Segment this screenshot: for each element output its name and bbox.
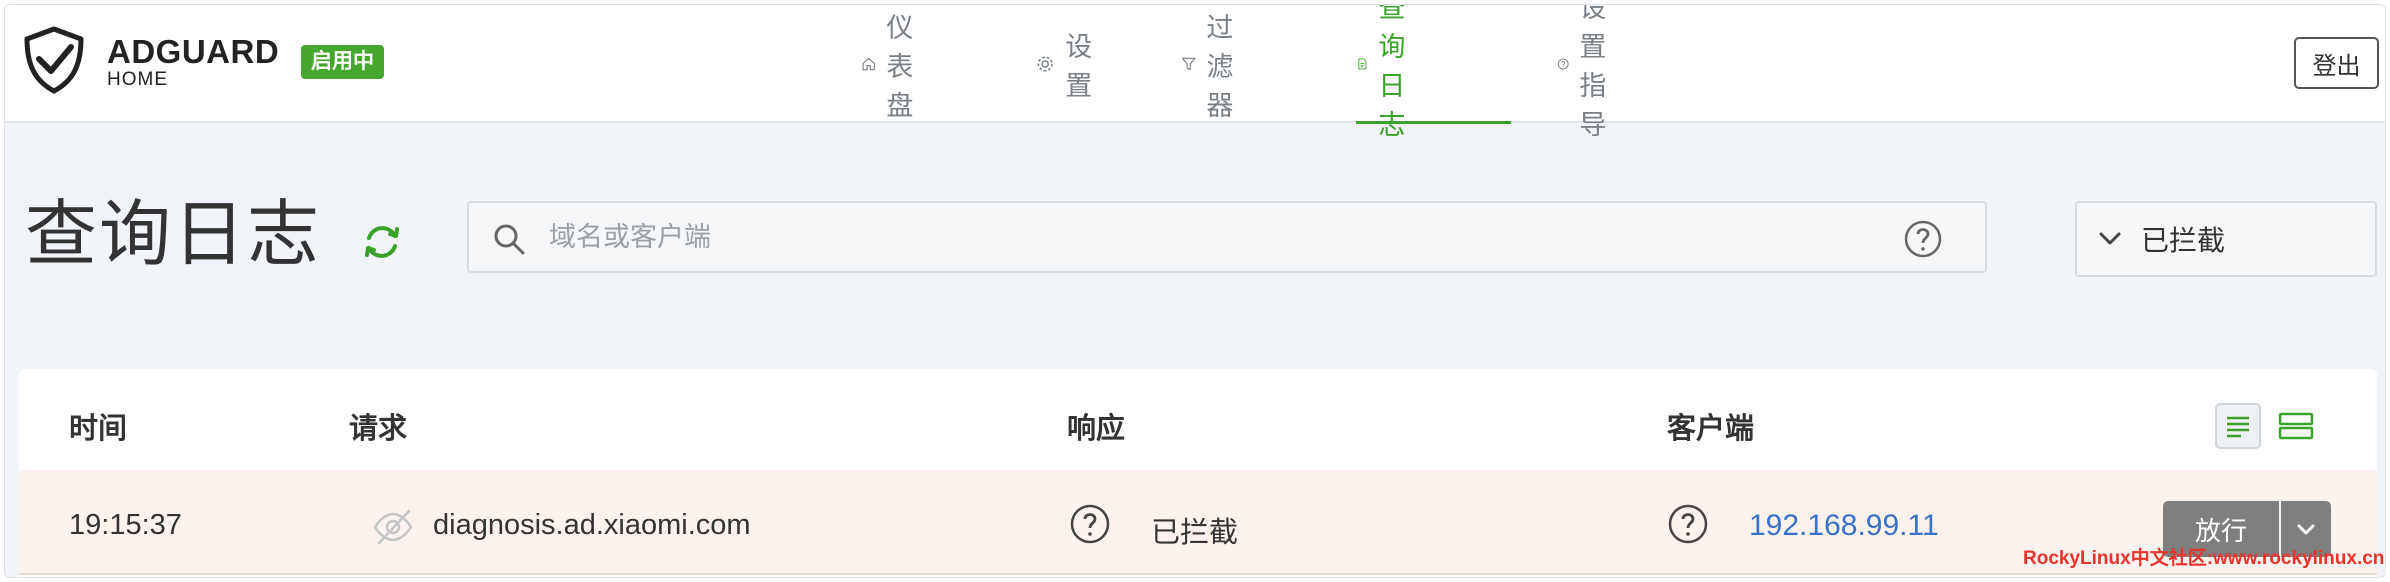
brand-subtitle: HOME: [107, 69, 168, 90]
client-help-icon[interactable]: [1667, 503, 1709, 545]
nav-setup-guide-label: 设置指导: [1579, 4, 1607, 140]
logout-button[interactable]: 登出: [2294, 37, 2379, 89]
nav-settings-label: 设置: [1065, 32, 1093, 101]
search-help-icon[interactable]: [1903, 219, 1943, 259]
document-icon: [1358, 58, 1367, 70]
top-header: ADGUARD HOME 启用中 仪表盘 设置 过滤器 查询日志 设置指导 登出: [5, 5, 2385, 140]
brand-title: ADGUARD: [107, 33, 280, 70]
response-filter-select[interactable]: 已拦截: [2075, 201, 2377, 277]
row-response: 已拦截: [1151, 517, 1239, 549]
watermark-text: RockyLinux中文社区:www.rockylinux.cn: [2023, 548, 2385, 569]
home-icon: [862, 57, 875, 71]
row-domain[interactable]: diagnosis.ad.xiaomi.com: [433, 509, 751, 542]
row-client-link[interactable]: 192.168.99.11: [1749, 509, 1939, 543]
nav-dashboard[interactable]: 仪表盘: [861, 5, 928, 123]
chevron-down-icon: [2099, 232, 2121, 245]
page-title: 查询日志: [25, 195, 322, 275]
search-input[interactable]: [549, 213, 1849, 261]
expanded-view-button[interactable]: [2273, 403, 2319, 449]
row-time: 19:15:37: [69, 509, 182, 541]
search-icon: [494, 224, 525, 255]
nav-filters-label: 过滤器: [1206, 12, 1234, 121]
gear-icon: [1037, 56, 1053, 72]
nav-setup-guide[interactable]: 设置指导: [1557, 5, 1624, 140]
filter-selected-value: 已拦截: [2141, 225, 2226, 256]
rows-icon: [2278, 412, 2314, 440]
app-window: ADGUARD HOME 启用中 仪表盘 设置 过滤器 查询日志 设置指导 登出…: [4, 4, 2386, 578]
help-circle-icon: [1557, 58, 1569, 70]
chevron-down-icon: [2297, 524, 2315, 535]
nav-filters[interactable]: 过滤器: [1181, 5, 1248, 123]
column-header-response: 响应: [1067, 413, 1126, 445]
nav-dashboard-label: 仪表盘: [886, 12, 914, 121]
eye-off-icon: [373, 509, 413, 545]
column-header-client: 客户端: [1667, 413, 1755, 445]
column-header-request: 请求: [349, 413, 408, 445]
response-help-icon[interactable]: [1069, 503, 1111, 545]
status-badge: 启用中: [301, 45, 384, 79]
nav-settings[interactable]: 设置: [1035, 5, 1102, 123]
column-header-time: 时间: [69, 413, 128, 445]
brand-name[interactable]: ADGUARD HOME: [107, 35, 279, 91]
refresh-icon[interactable]: [359, 219, 405, 265]
search-box: [467, 201, 1987, 273]
compact-view-button[interactable]: [2215, 403, 2261, 449]
list-lines-icon: [2227, 416, 2249, 438]
adguard-shield-icon[interactable]: [19, 25, 89, 95]
active-tab-indicator: [1356, 121, 1511, 124]
nav-query-log[interactable]: 查询日志: [1356, 5, 1423, 140]
filter-icon: [1181, 57, 1196, 71]
